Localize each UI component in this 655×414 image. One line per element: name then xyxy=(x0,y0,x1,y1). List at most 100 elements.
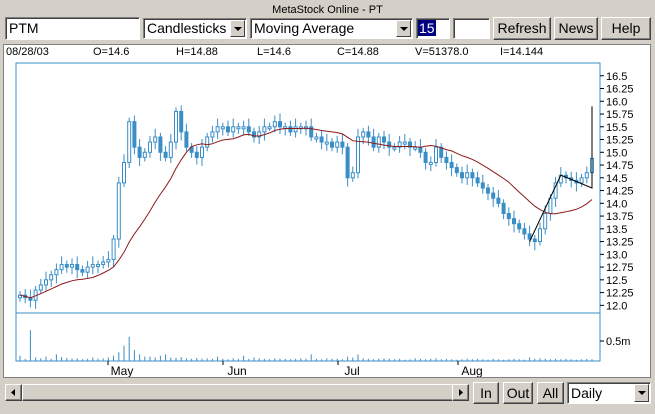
help-button[interactable]: Help xyxy=(601,17,651,40)
y-tick-label: 15.5 xyxy=(606,122,627,134)
scroll-left-button[interactable] xyxy=(5,384,22,401)
candle-body xyxy=(153,136,158,143)
candle-body xyxy=(584,172,589,179)
candle-body xyxy=(366,131,371,138)
candle-body xyxy=(460,172,464,179)
candle-body xyxy=(101,261,106,266)
candle-body xyxy=(449,161,454,169)
candles xyxy=(18,105,594,309)
indicator-select[interactable]: Moving Average xyxy=(250,18,413,39)
candle-body xyxy=(59,264,64,271)
refresh-button[interactable]: Refresh xyxy=(493,17,551,40)
zoom-in-button[interactable]: In xyxy=(473,382,499,404)
candle-body xyxy=(64,264,69,268)
candle-body xyxy=(220,126,225,130)
y-tick-label: 12.0 xyxy=(606,300,627,312)
y-tick-label: 15.25 xyxy=(606,135,634,147)
candle-body xyxy=(314,136,319,140)
arrow-left-icon xyxy=(11,389,15,396)
candle-body xyxy=(272,121,277,128)
candle-body xyxy=(267,126,272,130)
interval-select[interactable]: Daily xyxy=(567,382,651,404)
candle-body xyxy=(335,141,340,148)
chevron-down-icon[interactable] xyxy=(634,384,649,402)
candle-body xyxy=(382,136,386,143)
symbol-input[interactable]: PTM xyxy=(5,17,140,40)
candle-body xyxy=(106,258,111,263)
y-tick-label: 15.75 xyxy=(606,109,634,121)
y-tick-label: 12.5 xyxy=(606,275,627,287)
candle-body xyxy=(205,136,210,148)
scroll-right-button[interactable] xyxy=(452,384,469,401)
window-title: MetaStock Online - PT xyxy=(272,4,383,16)
y-tick-label: 13.75 xyxy=(606,211,634,223)
candle-body xyxy=(496,197,501,204)
x-tick-label: Jun xyxy=(227,364,246,377)
moving-average-line xyxy=(19,127,593,299)
symbol-value: PTM xyxy=(9,20,39,36)
plot-frame xyxy=(15,62,601,362)
y-tick-label: 13.25 xyxy=(606,237,634,249)
candle-body xyxy=(330,141,334,148)
candle-body xyxy=(517,223,522,230)
candle-body xyxy=(418,146,423,153)
candle-body xyxy=(361,131,366,138)
y-tick-label: 16.0 xyxy=(606,96,627,108)
candle-body xyxy=(402,141,407,145)
candle-body xyxy=(179,110,184,133)
candle-body xyxy=(356,136,360,174)
price-chart[interactable]: 16.516.2516.015.7515.515.2515.014.7514.5… xyxy=(4,45,650,377)
candle-body xyxy=(512,218,516,225)
candle-body xyxy=(278,121,282,128)
candle-body xyxy=(231,126,236,133)
candle-body xyxy=(44,279,48,286)
candle-body xyxy=(522,228,527,235)
scrollbar-thumb[interactable] xyxy=(22,384,459,401)
period-input[interactable]: 15 xyxy=(416,18,450,39)
news-button[interactable]: News xyxy=(554,17,598,40)
candle-body xyxy=(532,238,537,243)
y-tick-label: 14.25 xyxy=(606,186,634,198)
volume-tick-label: 0.5m xyxy=(606,336,630,348)
candle-body xyxy=(392,146,397,150)
candle-body xyxy=(200,146,204,158)
candle-body xyxy=(168,141,173,158)
candle-body xyxy=(236,126,241,130)
candle-body xyxy=(579,177,584,184)
candle-body xyxy=(246,126,251,133)
y-tick-label: 13.5 xyxy=(606,224,627,236)
candle-body xyxy=(90,264,95,268)
candle-body xyxy=(80,269,85,273)
candle-body xyxy=(163,151,168,158)
y-tick-label: 14.5 xyxy=(606,173,627,185)
zoom-out-button[interactable]: Out xyxy=(503,382,533,404)
chevron-down-icon[interactable] xyxy=(230,20,245,37)
candle-body xyxy=(465,172,470,179)
extra-input[interactable] xyxy=(453,18,490,39)
candle-body xyxy=(38,284,43,291)
y-tick-label: 16.5 xyxy=(606,71,627,83)
candle-body xyxy=(371,136,376,148)
candle-body xyxy=(111,238,116,260)
y-tick-label: 15.0 xyxy=(606,147,627,159)
candle-body xyxy=(376,136,381,148)
horizontal-scrollbar[interactable] xyxy=(22,384,459,401)
chart-panel: 08/28/03 O=14.6 H=14.88 L=14.6 C=14.88 V… xyxy=(3,44,651,378)
candle-body xyxy=(132,121,137,148)
candle-body xyxy=(127,121,132,163)
candle-body xyxy=(319,136,324,143)
chart-type-select[interactable]: Candlesticks xyxy=(143,18,247,39)
y-tick-label: 16.25 xyxy=(606,84,634,96)
chevron-down-icon[interactable] xyxy=(396,20,411,37)
candle-body xyxy=(324,141,329,145)
zoom-all-button[interactable]: All xyxy=(537,382,564,404)
candle-body xyxy=(142,151,147,158)
y-tick-label: 12.25 xyxy=(606,288,634,300)
y-tick-label: 14.75 xyxy=(606,160,634,172)
indicator-value: Moving Average xyxy=(254,20,355,36)
candle-body xyxy=(491,192,496,199)
candle-body xyxy=(340,141,345,148)
x-tick-label: May xyxy=(111,364,134,377)
candle-body xyxy=(116,182,121,240)
candle-body xyxy=(486,187,490,194)
